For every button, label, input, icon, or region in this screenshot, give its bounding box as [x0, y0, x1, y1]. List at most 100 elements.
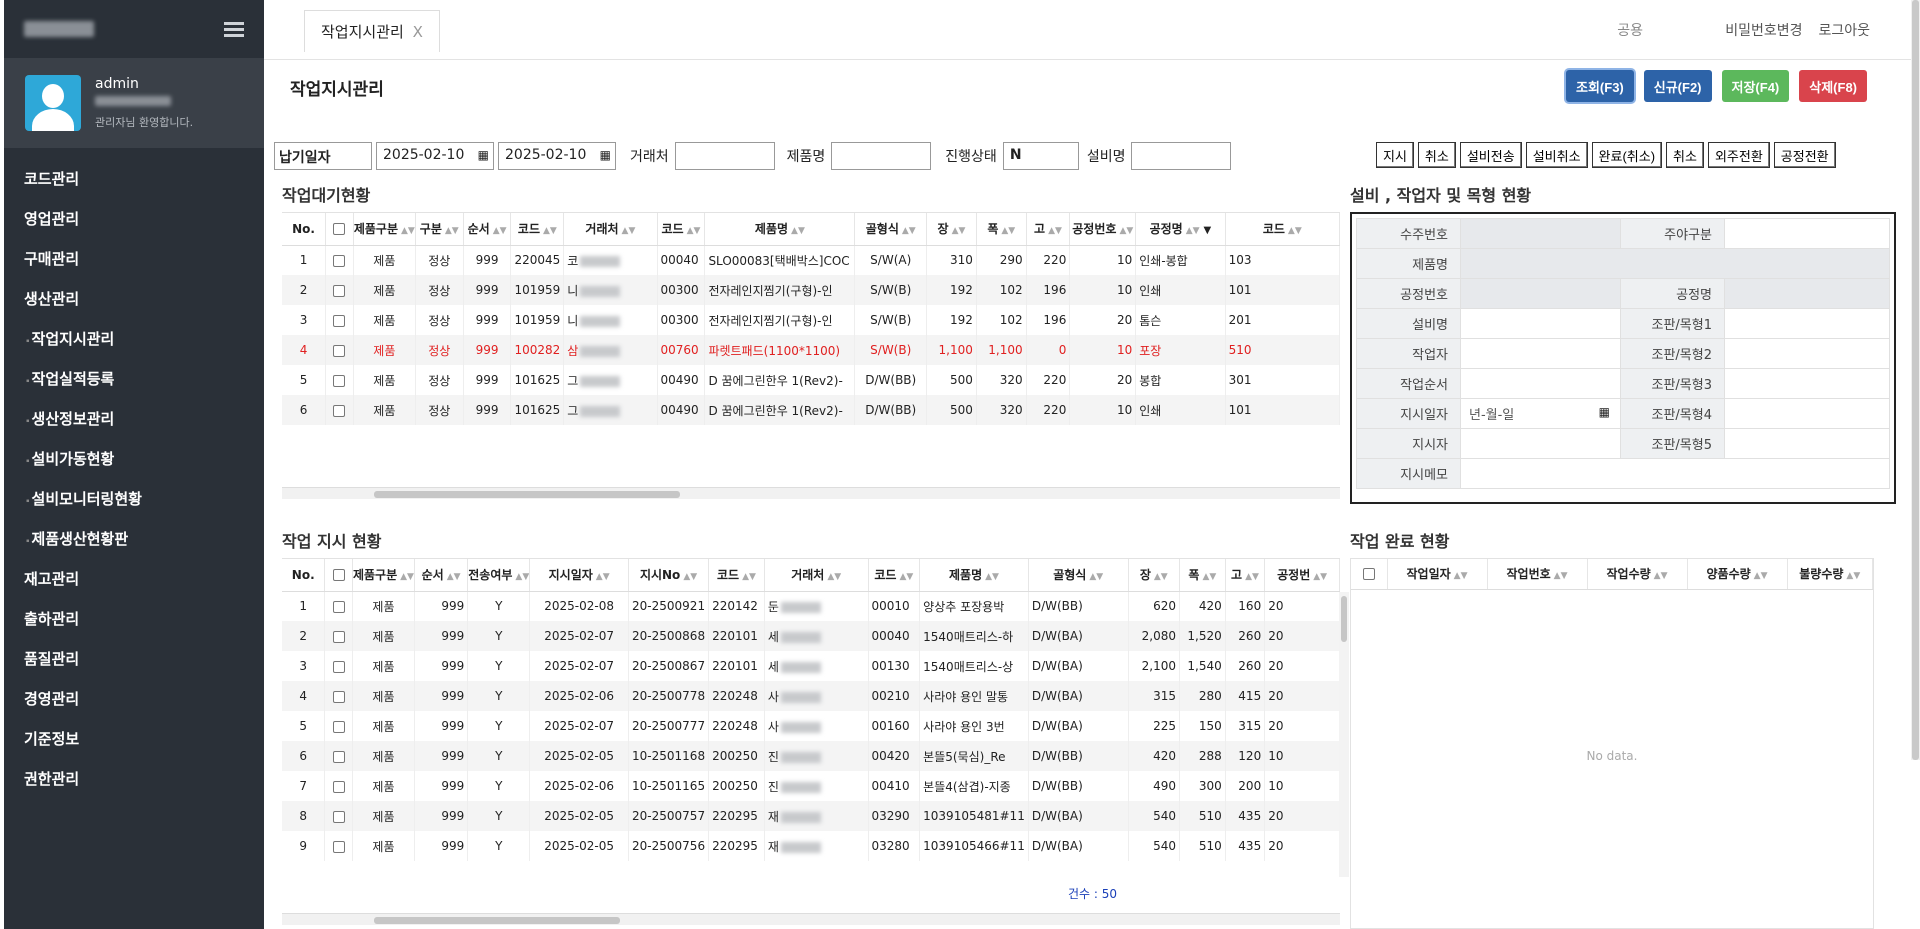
row-checkbox[interactable]	[333, 284, 346, 297]
column-header[interactable]	[324, 559, 353, 592]
date-to-input[interactable]: 2025-02-10 ▦	[498, 142, 616, 170]
worker-input[interactable]	[1460, 338, 1621, 369]
row-checkbox[interactable]	[332, 660, 345, 673]
column-header[interactable]: 순서 ▲▼	[414, 559, 469, 592]
column-header[interactable]: 지시일자 ▲▼	[529, 559, 630, 592]
table-row[interactable]: 5 제품 999 Y 2025-02-07 20-2500777 220248 사 00160 사…	[282, 711, 1340, 741]
sort-icon[interactable]: ▲▼	[827, 572, 841, 582]
column-header[interactable]: 코드 ▲▼	[868, 559, 921, 592]
calendar-icon[interactable]: ▦	[600, 148, 611, 162]
logout-link[interactable]: 로그아웃	[1818, 20, 1870, 40]
plate5-input[interactable]	[1724, 428, 1890, 459]
menu-item[interactable]: 재고관리	[4, 560, 264, 600]
menu-item[interactable]: 권한관리	[4, 760, 264, 800]
column-header[interactable]: 거래처 ▲▼	[764, 559, 869, 592]
column-header[interactable]: 폭 ▲▼	[976, 213, 1027, 246]
column-header[interactable]: 양품수량 ▲▼	[1687, 559, 1788, 590]
sort-icon[interactable]: ▲▼	[742, 572, 756, 582]
menu-item[interactable]: 기준정보	[4, 720, 264, 760]
column-header[interactable]: 폭 ▲▼	[1179, 559, 1226, 592]
sort-icon[interactable]: ▲▼	[1654, 571, 1668, 581]
table-row[interactable]: 6 제품 정상 999 101625 그 00490 D 꿈에그린한우 1(Rev2)- D/W…	[282, 395, 1340, 425]
sort-icon[interactable]: ▲▼	[1154, 572, 1168, 582]
column-header[interactable]: 코드 ▲▼	[510, 213, 565, 246]
work-seq-input[interactable]	[1460, 368, 1621, 399]
column-header[interactable]: 작업번호 ▲▼	[1487, 559, 1588, 590]
filter-icon[interactable]: ▼	[1204, 225, 1212, 236]
tab-close-icon[interactable]: X	[413, 23, 423, 41]
sort-icon[interactable]: ▲▼	[1754, 571, 1768, 581]
product-input[interactable]	[831, 142, 932, 170]
table-row[interactable]: 1 제품 정상 999 220045 코 00040 SLO00083[택배박스]COC S/W…	[282, 245, 1340, 275]
sort-icon[interactable]: ▲▼	[515, 572, 528, 582]
sort-icon[interactable]: ▲▼	[1554, 571, 1568, 581]
column-header[interactable]: 지시No ▲▼	[628, 559, 710, 592]
save-button[interactable]: 저장(F4)	[1721, 70, 1790, 102]
calendar-icon[interactable]: ▦	[478, 148, 489, 162]
column-header[interactable]: 제품명 ▲▼	[704, 213, 856, 246]
sort-icon[interactable]: ▲▼	[1089, 572, 1103, 582]
row-checkbox[interactable]	[333, 314, 346, 327]
row-checkbox[interactable]	[332, 840, 345, 853]
sort-icon[interactable]: ▲▼	[493, 226, 507, 236]
sort-icon[interactable]: ▲▼	[899, 572, 913, 582]
menu-item[interactable]: 구매관리	[4, 240, 264, 280]
column-header[interactable]: No.	[282, 213, 327, 246]
column-header[interactable]: 고 ▲▼	[1026, 213, 1071, 246]
column-header[interactable]: 공정번호 ▲▼	[1069, 213, 1137, 246]
search-button[interactable]: 조회(F3)	[1566, 70, 1634, 102]
sort-icon[interactable]: ▲▼	[985, 572, 999, 582]
table-row[interactable]: 4 제품 999 Y 2025-02-06 20-2500778 220248 사 00210 사…	[282, 681, 1340, 711]
menu-item[interactable]: ▪ 제품생산현황판	[4, 520, 264, 560]
orders-vscrollbar[interactable]	[1339, 592, 1349, 877]
plate1-input[interactable]	[1724, 308, 1890, 339]
new-button[interactable]: 신규(F2)	[1643, 70, 1712, 102]
sort-icon[interactable]: ▲▼	[1313, 572, 1327, 582]
menu-item[interactable]: ▪ 설비가동현황	[4, 440, 264, 480]
table-row[interactable]: 8 제품 999 Y 2025-02-05 20-2500757 220295 재 03290 1…	[282, 801, 1340, 831]
sort-icon[interactable]: ▲▼	[622, 226, 636, 236]
column-header[interactable]: 작업일자 ▲▼	[1387, 559, 1488, 590]
select-all-checkbox[interactable]	[1362, 568, 1375, 581]
row-checkbox[interactable]	[332, 630, 345, 643]
date-from-input[interactable]: 2025-02-10 ▦	[376, 142, 494, 170]
column-header[interactable]: 불량수량 ▲▼	[1787, 559, 1873, 590]
menu-item[interactable]: 경영관리	[4, 680, 264, 720]
instructor-input[interactable]	[1460, 428, 1621, 459]
sort-icon[interactable]: ▲▼	[1001, 226, 1015, 236]
row-checkbox[interactable]	[333, 374, 346, 387]
column-header[interactable]: 골형식 ▲▼	[854, 213, 928, 246]
row-checkbox[interactable]	[332, 810, 345, 823]
menu-item[interactable]: ▪ 설비모니터링현황	[4, 480, 264, 520]
sort-icon[interactable]: ▲▼	[952, 226, 966, 236]
table-row[interactable]: 5 제품 정상 999 101625 그 00490 D 꿈에그린한우 1(Rev2)- D/W…	[282, 365, 1340, 395]
sort-icon[interactable]: ▲▼	[543, 226, 557, 236]
sort-icon[interactable]: ▲▼	[1202, 572, 1216, 582]
status-input[interactable]: N	[1002, 142, 1079, 170]
sort-icon[interactable]: ▲▼	[447, 572, 461, 582]
table-row[interactable]: 9 제품 999 Y 2025-02-05 20-2500756 220295 재 03280 1…	[282, 831, 1340, 861]
menu-item[interactable]: ▪ 생산정보관리	[4, 400, 264, 440]
column-header[interactable]: 거래처 ▲▼	[563, 213, 658, 246]
row-checkbox[interactable]	[332, 720, 345, 733]
command-button[interactable]: 설비취소	[1525, 142, 1588, 168]
sort-icon[interactable]: ▲▼	[1288, 226, 1302, 236]
menu-item[interactable]: 생산관리	[4, 280, 264, 320]
column-header[interactable]: 장 ▲▼	[1128, 559, 1180, 592]
menu-item[interactable]: 출하관리	[4, 600, 264, 640]
table-row[interactable]: 3 제품 정상 999 101959 니 00300 전자레인지찜기(구형)-인 S/W(B) 1…	[282, 305, 1340, 335]
order-type-value[interactable]	[1724, 218, 1890, 249]
calendar-icon[interactable]: ▦	[1599, 405, 1610, 419]
command-button[interactable]: 외주전환	[1707, 142, 1770, 168]
order-date-input[interactable]: 년-월-일 ▦	[1460, 398, 1621, 429]
sort-icon[interactable]: ▲▼	[791, 226, 805, 236]
column-header[interactable]: 코드 ▲▼	[1225, 213, 1340, 246]
table-row[interactable]: 4 제품 정상 999 100282 삼 00760 파렛트패드(1100*1100) S/W(…	[282, 335, 1340, 365]
command-button[interactable]: 완료(취소)	[1591, 142, 1663, 168]
table-row[interactable]: 3 제품 999 Y 2025-02-07 20-2500867 220101 세 00130 1…	[282, 651, 1340, 681]
column-header[interactable]	[1351, 559, 1388, 590]
column-header[interactable]: 장 ▲▼	[926, 213, 977, 246]
orders-scrollbar[interactable]	[282, 913, 1340, 925]
menu-item[interactable]: 코드관리	[4, 160, 264, 200]
table-row[interactable]: 1 제품 999 Y 2025-02-08 20-2500921 220142 둔 00010 양…	[282, 591, 1340, 621]
